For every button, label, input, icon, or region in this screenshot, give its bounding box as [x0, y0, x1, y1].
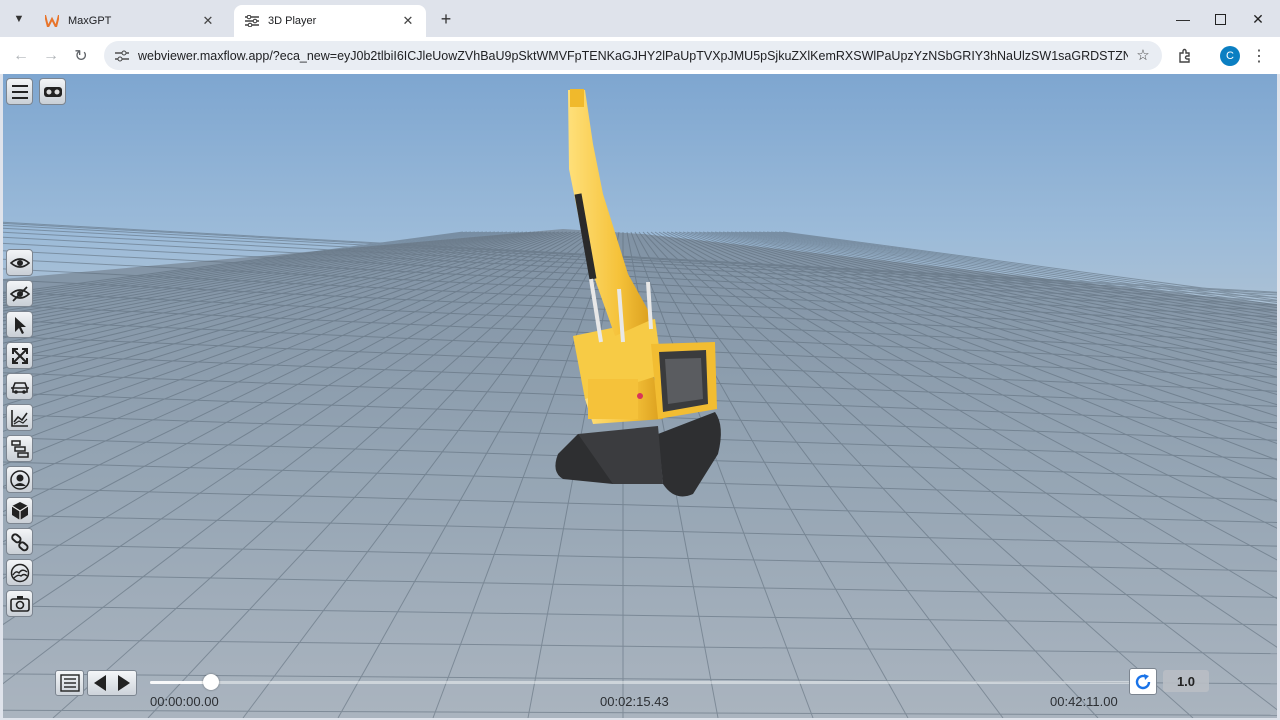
browser-toolbar: ← → ↻ webviewer.maxflow.app/?eca_new=eyJ… — [0, 37, 1280, 74]
back-button[interactable]: ← — [8, 43, 34, 69]
camera-icon — [9, 595, 30, 612]
timeline-slider[interactable] — [150, 674, 1135, 690]
cube-icon — [11, 501, 28, 520]
fit-view-button[interactable] — [6, 342, 33, 369]
list-icon — [59, 674, 80, 692]
eye-off-icon — [9, 285, 30, 302]
minimize-button[interactable]: — — [1166, 6, 1200, 32]
vr-mode-button[interactable] — [39, 78, 66, 105]
browser-menu-icon[interactable]: ⋮ — [1251, 45, 1267, 67]
tab-strip: ▼ MaxGPT ✕ 3D Player ✕ + — ✕ — [0, 0, 1280, 37]
hide-button[interactable] — [6, 280, 33, 307]
link-button[interactable] — [6, 528, 33, 555]
tab-search-button[interactable]: ▼ — [8, 8, 30, 30]
address-bar[interactable]: webviewer.maxflow.app/?eca_new=eyJ0b2tlb… — [104, 41, 1162, 70]
vr-headset-icon — [43, 86, 62, 97]
chain-link-icon — [10, 532, 29, 551]
plus-icon: + — [440, 8, 452, 29]
maximize-icon — [1214, 13, 1226, 25]
playback-step-group — [87, 670, 137, 696]
select-button[interactable] — [6, 311, 33, 338]
play-icon[interactable] — [116, 674, 132, 692]
person-view-button[interactable] — [6, 466, 33, 493]
refresh-loop-icon — [1135, 673, 1151, 689]
eye-icon — [9, 257, 30, 268]
profile-avatar[interactable]: C — [1220, 46, 1240, 66]
chevron-down-icon: ▼ — [13, 13, 25, 25]
expand-arrows-icon — [11, 347, 28, 364]
vehicle-view-button[interactable] — [6, 373, 33, 400]
playlist-button[interactable] — [55, 670, 84, 696]
close-tab-icon[interactable]: ✕ — [200, 13, 216, 29]
new-tab-button[interactable]: + — [436, 9, 456, 29]
cursor-arrow-icon — [14, 316, 26, 334]
chart-button[interactable] — [6, 404, 33, 431]
close-tab-icon[interactable]: ✕ — [400, 13, 416, 29]
user-icon — [9, 469, 30, 490]
bookmark-star-icon[interactable]: ☆ — [1134, 46, 1152, 64]
gantt-chart-icon — [10, 439, 29, 458]
site-settings-icon[interactable] — [112, 46, 132, 66]
time-end: 00:42:11.00 — [1050, 694, 1118, 709]
extensions-icon[interactable] — [1174, 45, 1196, 67]
car-icon — [10, 381, 29, 394]
maxgpt-favicon-icon — [44, 13, 60, 29]
tab-maxgpt[interactable]: MaxGPT ✕ — [34, 5, 226, 37]
sliders-favicon-icon — [244, 13, 260, 29]
minimize-icon: — — [1176, 11, 1190, 27]
3d-scene — [3, 89, 1277, 718]
close-window-button[interactable]: ✕ — [1241, 6, 1275, 32]
terrain-button[interactable] — [6, 559, 33, 586]
reload-icon: ↻ — [74, 48, 88, 65]
line-chart-icon — [10, 409, 28, 427]
loop-button[interactable] — [1129, 668, 1157, 695]
menu-button[interactable] — [6, 78, 33, 105]
camera-button[interactable] — [6, 590, 33, 617]
3d-viewport[interactable]: 00:00:00.00 00:02:15.43 00:42:11.00 1.0 — [3, 74, 1277, 718]
close-icon: ✕ — [1252, 10, 1264, 27]
tab-title: MaxGPT — [68, 15, 112, 27]
url-text: webviewer.maxflow.app/?eca_new=eyJ0b2tlb… — [138, 48, 1128, 63]
arrow-left-icon: ← — [13, 47, 29, 64]
arrow-right-icon: → — [43, 47, 59, 64]
gantt-button[interactable] — [6, 435, 33, 462]
globe-terrain-icon — [10, 563, 29, 582]
playback-speed[interactable]: 1.0 — [1163, 670, 1209, 692]
time-current: 00:02:15.43 — [600, 694, 669, 709]
forward-button[interactable]: → — [38, 43, 64, 69]
step-back-icon[interactable] — [92, 674, 108, 692]
maximize-button[interactable] — [1203, 6, 1237, 32]
hamburger-icon — [11, 84, 28, 99]
show-button[interactable] — [6, 249, 33, 276]
tab-title: 3D Player — [268, 15, 317, 27]
time-start: 00:00:00.00 — [150, 694, 219, 709]
timeline-progress — [150, 681, 212, 684]
reload-button[interactable]: ↻ — [68, 43, 94, 69]
tab-3d-player[interactable]: 3D Player ✕ — [234, 5, 426, 37]
timeline-thumb[interactable] — [203, 674, 220, 690]
object-button[interactable] — [6, 497, 33, 524]
